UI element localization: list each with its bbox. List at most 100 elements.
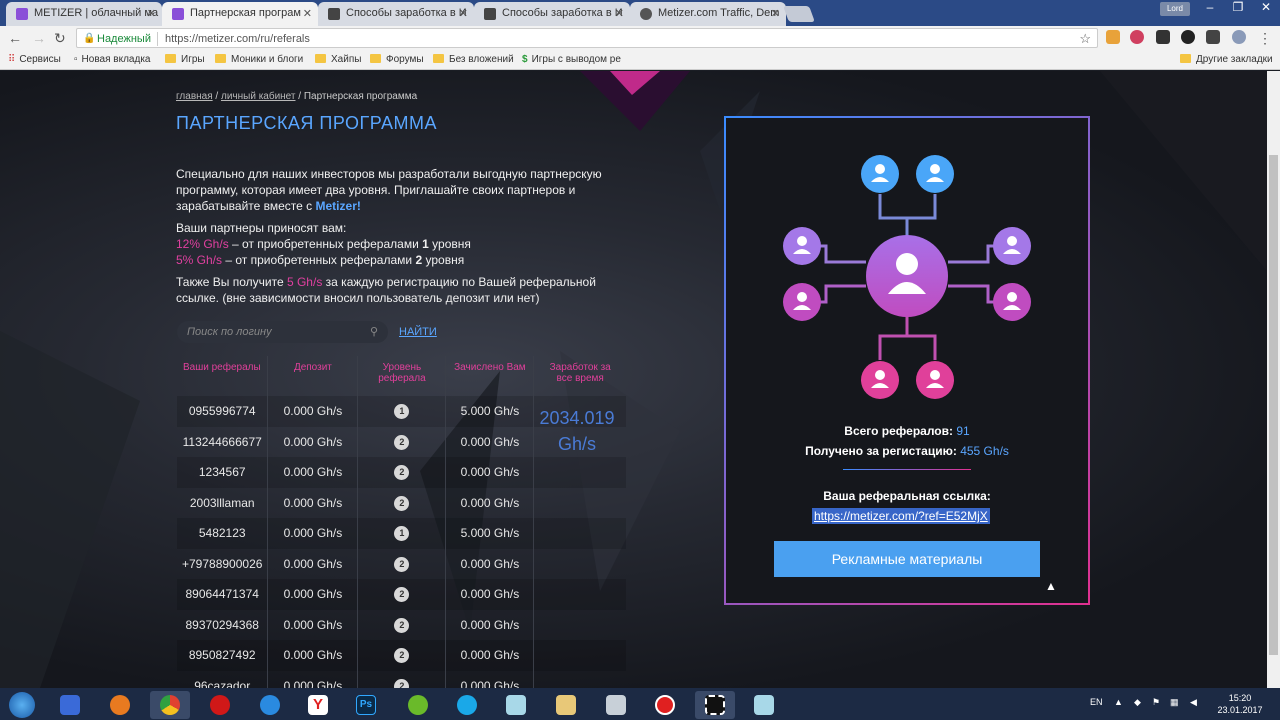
menu-icon[interactable]: ⋮: [1258, 30, 1272, 47]
bookmark-forums[interactable]: Форумы: [370, 54, 424, 65]
back-icon[interactable]: ←: [8, 30, 22, 46]
sync-extension-icon[interactable]: [1181, 30, 1195, 44]
table-row: +79788900026 0.000 Gh/s 2 0.000 Gh/s: [177, 548, 626, 579]
brand-name: Metizer!: [315, 199, 361, 213]
breadcrumb-home-link[interactable]: главная: [176, 91, 213, 102]
bookmark-other[interactable]: Другие закладки: [1180, 54, 1273, 65]
bookmark-label: Другие закладки: [1196, 54, 1273, 65]
level2-rate: 5% Gh/s: [176, 253, 223, 267]
bookmark-services[interactable]: ⠿ Сервисы: [8, 54, 61, 65]
referral-login: +79788900026: [177, 548, 269, 579]
tray-volume-icon[interactable]: ◀: [1190, 697, 1197, 708]
referral-deposit: 0.000 Gh/s: [267, 640, 359, 671]
referral-empty-cell: [533, 457, 626, 488]
tab-metizer-main[interactable]: METIZER | облачный ма ✕: [6, 2, 162, 26]
close-window-icon[interactable]: ✕: [1252, 0, 1280, 18]
bookmark-new-tab[interactable]: ▫ Новая вкладка: [74, 54, 150, 65]
taskbar-app[interactable]: Ps: [346, 691, 386, 719]
taskbar-app[interactable]: [496, 691, 536, 719]
taskbar-clock[interactable]: 15:20 23.01.2017: [1210, 692, 1270, 716]
new-tab-button[interactable]: [783, 6, 815, 22]
taskbar-app[interactable]: [200, 691, 240, 719]
window-icon: [754, 695, 774, 715]
extension-icon[interactable]: [1130, 30, 1144, 44]
clock-time: 15:20: [1228, 693, 1252, 703]
taskbar-app[interactable]: [150, 691, 190, 719]
address-bar[interactable]: 🔒 Надежный https://metizer.com/ru/refera…: [76, 28, 1098, 48]
close-tab-icon[interactable]: ✕: [303, 7, 312, 20]
minimize-icon[interactable]: –: [1196, 0, 1224, 18]
bookmark-games-withdrawal[interactable]: $ Игры с выводом ре: [522, 54, 621, 65]
vpn-extension-icon[interactable]: [1232, 30, 1246, 44]
folder-icon: [165, 54, 176, 63]
referral-level-cell: 1: [357, 396, 447, 427]
taskbar-app[interactable]: Y: [298, 691, 338, 719]
tab-referral-program[interactable]: Партнерская програм ✕: [162, 2, 318, 26]
taskbar-app[interactable]: [546, 691, 586, 719]
forward-icon[interactable]: →: [32, 30, 46, 46]
referral-info-panel: Всего рефералов: 91 Получено за регистац…: [724, 116, 1090, 605]
breadcrumb: главная / личный кабинет / Партнерская п…: [176, 91, 417, 102]
language-indicator[interactable]: EN: [1090, 697, 1103, 707]
breadcrumb-separator: /: [298, 91, 302, 102]
home-extension-icon[interactable]: [1106, 30, 1120, 44]
breadcrumb-cabinet-link[interactable]: личный кабинет: [221, 91, 296, 102]
page-scrollbar[interactable]: [1267, 71, 1280, 688]
scrollbar-thumb[interactable]: [1269, 155, 1278, 655]
start-button[interactable]: [2, 691, 42, 719]
referral-deposit: 0.000 Gh/s: [267, 426, 359, 457]
mouse-cursor-icon: ▲: [1045, 579, 1057, 593]
user-profile-badge[interactable]: Lord: [1160, 2, 1190, 16]
tv-extension-icon[interactable]: [1206, 30, 1220, 44]
taskbar-app[interactable]: [596, 691, 636, 719]
tab-earning-methods-2[interactable]: Способы заработка в И ✕: [474, 2, 630, 26]
level1-suffix: уровня: [432, 237, 471, 251]
tray-flag-icon[interactable]: ⚑: [1152, 697, 1160, 708]
referral-network-illustration: [783, 155, 1031, 399]
referral-credited: 0.000 Gh/s: [445, 457, 535, 488]
taskbar-app[interactable]: [645, 691, 685, 719]
tab-metizer-traffic[interactable]: Metizer.com Traffic, Dem ✕: [630, 2, 786, 26]
search-login-input[interactable]: Поиск по логину ⚲: [177, 321, 388, 343]
close-tab-icon[interactable]: ✕: [147, 7, 156, 20]
referral-login: 89370294368: [177, 609, 269, 640]
referral-link[interactable]: https://metizer.com/?ref=E52MjX: [812, 508, 990, 524]
bookmark-star-icon[interactable]: ☆: [1079, 31, 1091, 47]
taskbar-app[interactable]: [100, 691, 140, 719]
toolbar: ← → ↻ 🔒 Надежный https://metizer.com/ru/…: [0, 26, 1280, 50]
close-tab-icon[interactable]: ✕: [459, 7, 468, 20]
url-text[interactable]: https://metizer.com/ru/referals: [165, 33, 310, 45]
maximize-icon[interactable]: ❐: [1224, 0, 1252, 18]
bookmark-games[interactable]: Игры: [165, 54, 205, 65]
tray-app-icon[interactable]: ◆: [1134, 697, 1141, 708]
bookmark-hyips[interactable]: Хайпы: [315, 54, 361, 65]
graduation-extension-icon[interactable]: [1156, 30, 1170, 44]
table-row: 2003lllaman 0.000 Gh/s 2 0.000 Gh/s: [177, 487, 626, 518]
breadcrumb-current: Партнерская программа: [303, 91, 418, 102]
level-badge: 2: [394, 617, 410, 633]
table-row: 5482123 0.000 Gh/s 1 5.000 Gh/s: [177, 518, 626, 549]
level-badge: 2: [394, 465, 410, 481]
taskbar-app[interactable]: [744, 691, 784, 719]
reload-icon[interactable]: ↻: [54, 30, 66, 47]
folder-icon: [315, 54, 326, 63]
tray-arrow-icon[interactable]: ▲: [1114, 697, 1123, 707]
level-badge: 2: [394, 556, 410, 572]
find-button[interactable]: НАЙТИ: [399, 326, 437, 338]
close-tab-icon[interactable]: ✕: [771, 7, 780, 20]
search-icon[interactable]: ⚲: [370, 325, 378, 338]
tray-network-icon[interactable]: ▦: [1170, 697, 1179, 708]
taskbar-app[interactable]: [398, 691, 438, 719]
bookmark-monitors[interactable]: Моники и блоги: [215, 54, 303, 65]
taskbar-app[interactable]: [50, 691, 90, 719]
close-tab-icon[interactable]: ✕: [615, 7, 624, 20]
taskbar-app[interactable]: [447, 691, 487, 719]
folder-icon: [1180, 54, 1191, 63]
promo-materials-button[interactable]: Рекламные материалы: [774, 541, 1040, 577]
central-user-icon: [866, 235, 948, 317]
taskbar-app[interactable]: [695, 691, 735, 719]
taskbar-app[interactable]: [250, 691, 290, 719]
bookmark-no-investment[interactable]: Без вложений: [433, 54, 514, 65]
apps-icon: ⠿: [8, 54, 16, 65]
tab-earning-methods-1[interactable]: Способы заработка в И ✕: [318, 2, 474, 26]
